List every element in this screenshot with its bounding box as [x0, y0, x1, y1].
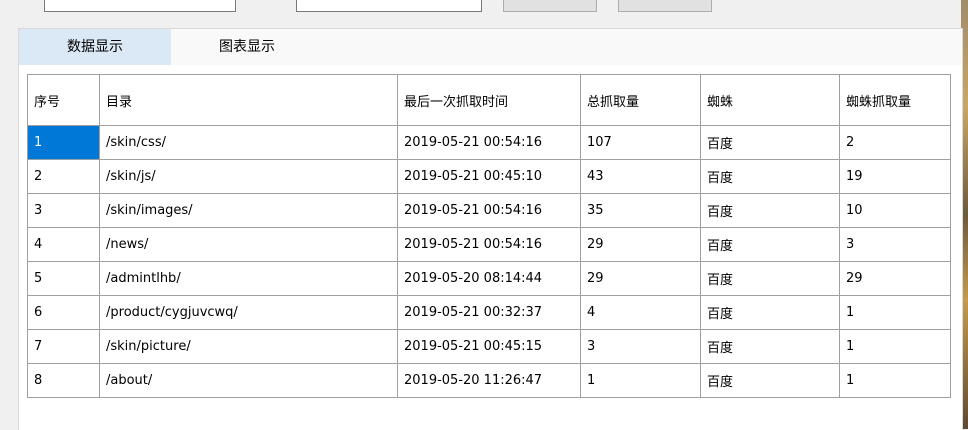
cell-spider-crawls[interactable]: 29: [839, 261, 951, 296]
table-row[interactable]: 3/skin/images/2019-05-21 00:54:16 35 百度 10: [27, 193, 951, 228]
table-row[interactable]: 6/product/cygjuvcwq/2019-05-21 00:32:37 4…: [27, 295, 951, 330]
cell-total-crawls[interactable]: 43: [580, 159, 701, 194]
column-header-spider[interactable]: 蜘蛛: [700, 74, 840, 126]
cell-last-crawl-time[interactable]: 2019-05-21 00:54:16: [397, 227, 581, 262]
tab-chart-display[interactable]: 图表显示: [171, 29, 323, 65]
cell-index[interactable]: 3: [27, 193, 100, 228]
top-toolbar: [0, 0, 968, 22]
main-panel: 数据显示 图表显示 序号 目录 最后一次抓取时间 总抓取量 蜘蛛 蜘蛛抓取量 1…: [18, 28, 963, 430]
cell-spider-crawls[interactable]: 3: [839, 227, 951, 262]
tab-data-display[interactable]: 数据显示: [19, 29, 171, 65]
cell-spider[interactable]: 百度: [700, 125, 840, 160]
cell-last-crawl-time[interactable]: 2019-05-21 00:54:16: [397, 125, 581, 160]
table-row[interactable]: 2/skin/js/2019-05-21 00:45:10 43 百度 19: [27, 159, 951, 194]
cell-index[interactable]: 8: [27, 363, 100, 398]
cell-total-crawls[interactable]: 3: [580, 329, 701, 364]
cell-directory[interactable]: /admintlhb/: [99, 261, 398, 296]
table-row[interactable]: 7/skin/picture/2019-05-21 00:45:15 3 百度 1: [27, 329, 951, 364]
header-row: 序号 目录 最后一次抓取时间 总抓取量 蜘蛛 蜘蛛抓取量: [27, 74, 951, 126]
column-header-index[interactable]: 序号: [27, 74, 100, 126]
cell-total-crawls[interactable]: 35: [580, 193, 701, 228]
cell-spider[interactable]: 百度: [700, 363, 840, 398]
table-row[interactable]: 1/skin/css/2019-05-21 00:54:16 107 百度 2: [27, 125, 951, 160]
cell-spider-crawls[interactable]: 1: [839, 329, 951, 364]
cell-spider[interactable]: 百度: [700, 329, 840, 364]
cell-index[interactable]: 7: [27, 329, 100, 364]
cell-directory[interactable]: /skin/css/: [99, 125, 398, 160]
cell-directory[interactable]: /about/: [99, 363, 398, 398]
cell-total-crawls[interactable]: 1: [580, 363, 701, 398]
cell-total-crawls[interactable]: 4: [580, 295, 701, 330]
column-header-total-crawls[interactable]: 总抓取量: [580, 74, 701, 126]
column-header-directory[interactable]: 目录: [99, 74, 398, 126]
cell-directory[interactable]: /product/cygjuvcwq/: [99, 295, 398, 330]
filter-input-2[interactable]: [296, 0, 482, 12]
cell-index[interactable]: 2: [27, 159, 100, 194]
cell-directory[interactable]: /news/: [99, 227, 398, 262]
cell-spider-crawls[interactable]: 1: [839, 295, 951, 330]
column-header-last-crawl-time[interactable]: 最后一次抓取时间: [397, 74, 581, 126]
cell-last-crawl-time[interactable]: 2019-05-20 08:14:44: [397, 261, 581, 296]
cell-index[interactable]: 6: [27, 295, 100, 330]
cell-spider[interactable]: 百度: [700, 295, 840, 330]
cell-last-crawl-time[interactable]: 2019-05-20 11:26:47: [397, 363, 581, 398]
cell-directory[interactable]: /skin/js/: [99, 159, 398, 194]
cell-directory[interactable]: /skin/picture/: [99, 329, 398, 364]
cell-last-crawl-time[interactable]: 2019-05-21 00:54:16: [397, 193, 581, 228]
table-row[interactable]: 4/news/2019-05-21 00:54:16 29 百度 3: [27, 227, 951, 262]
cell-spider-crawls[interactable]: 10: [839, 193, 951, 228]
toolbar-button-1[interactable]: [503, 0, 597, 12]
cell-total-crawls[interactable]: 29: [580, 261, 701, 296]
filter-input-1[interactable]: [44, 0, 236, 12]
cell-spider[interactable]: 百度: [700, 261, 840, 296]
cell-total-crawls[interactable]: 29: [580, 227, 701, 262]
cell-spider-crawls[interactable]: 19: [839, 159, 951, 194]
cell-last-crawl-time[interactable]: 2019-05-21 00:45:15: [397, 329, 581, 364]
cell-directory[interactable]: /skin/images/: [99, 193, 398, 228]
cell-spider[interactable]: 百度: [700, 227, 840, 262]
cell-index[interactable]: 4: [27, 227, 100, 262]
cell-spider[interactable]: 百度: [700, 159, 840, 194]
table-row[interactable]: 5/admintlhb/2019-05-20 08:14:44 29 百度 29: [27, 261, 951, 296]
cell-spider-crawls[interactable]: 2: [839, 125, 951, 160]
cell-total-crawls[interactable]: 107: [580, 125, 701, 160]
cell-index[interactable]: 5: [27, 261, 100, 296]
cell-last-crawl-time[interactable]: 2019-05-21 00:32:37: [397, 295, 581, 330]
cell-index[interactable]: 1: [27, 125, 100, 160]
cell-spider-crawls[interactable]: 1: [839, 363, 951, 398]
cell-spider[interactable]: 百度: [700, 193, 840, 228]
data-grid[interactable]: 序号 目录 最后一次抓取时间 总抓取量 蜘蛛 蜘蛛抓取量 1/skin/css/…: [27, 74, 951, 398]
cell-last-crawl-time[interactable]: 2019-05-21 00:45:10: [397, 159, 581, 194]
column-header-spider-crawls[interactable]: 蜘蛛抓取量: [839, 74, 951, 126]
toolbar-button-2[interactable]: [618, 0, 712, 12]
table-row[interactable]: 8/about/2019-05-20 11:26:47 1 百度 1: [27, 363, 951, 398]
tab-bar: 数据显示 图表显示: [19, 29, 962, 65]
